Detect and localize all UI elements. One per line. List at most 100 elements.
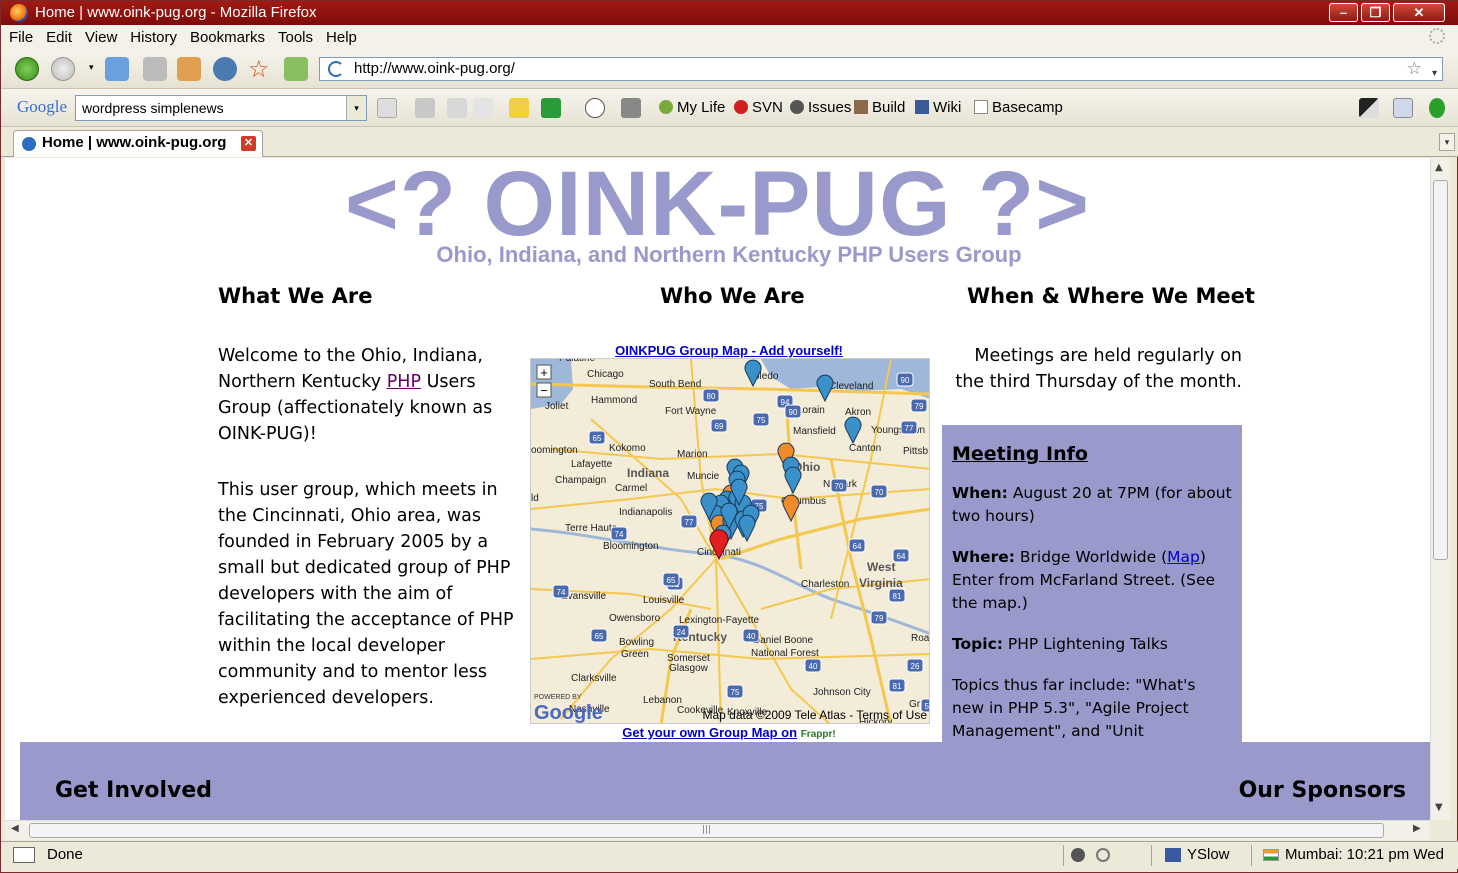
home-icon[interactable] — [177, 57, 201, 81]
map-place-label: Lexington-Fayette — [679, 615, 759, 626]
map-place-label: Muncie — [687, 471, 720, 482]
scroll-right-icon[interactable]: ▶ — [1413, 823, 1421, 834]
highway-shield-label: 40 — [747, 632, 756, 641]
bookmark-page-star-icon[interactable]: ☆ — [1407, 58, 1422, 80]
group-map-link[interactable]: OINKPUG Group Map — [615, 343, 748, 358]
url-dropdown-icon[interactable]: ▾ — [1432, 63, 1437, 85]
add-bookmark-icon[interactable] — [284, 57, 308, 81]
horizontal-scroll-thumb[interactable]: ||| — [29, 823, 1384, 838]
map-place-label: oomington — [531, 445, 578, 456]
frappr-logo[interactable]: Frappr! — [801, 729, 836, 740]
back-button[interactable] — [15, 57, 39, 81]
highway-shield-label: 75 — [731, 688, 740, 697]
group-map-svg: Chicago ToledoClevelandSouth BendHammondF… — [531, 359, 930, 723]
what-we-are-history: This user group, which meets in the Cinc… — [218, 480, 514, 708]
who-we-are-heading: Who We Are — [660, 284, 805, 308]
bookmark-svn[interactable]: SVN — [734, 99, 783, 117]
vertical-scroll-thumb[interactable] — [1433, 180, 1448, 560]
map-header: OINKPUG Group Map - Add yourself! — [615, 343, 843, 358]
menu-view[interactable]: View — [77, 25, 122, 48]
menu-edit[interactable]: Edit — [38, 25, 77, 48]
menu-bookmarks[interactable]: Bookmarks — [182, 25, 270, 48]
popup-blocker-icon[interactable] — [473, 98, 493, 118]
get-involved-heading: Get Involved — [55, 778, 213, 803]
map-place-label: Glasgow — [669, 663, 709, 674]
google-search-value: wordpress simplenews — [82, 100, 224, 116]
firefox-window: Home | www.oink-pug.org - Mozilla Firefo… — [0, 0, 1458, 873]
scroll-down-icon[interactable]: ▼ — [1435, 802, 1443, 813]
map-place-label: Roar — [911, 633, 930, 644]
status-green-icon[interactable] — [1429, 98, 1445, 118]
highlight-icon[interactable] — [415, 98, 435, 118]
highway-shield-label: 70 — [835, 482, 844, 491]
bookmark-basecamp[interactable]: Basecamp — [974, 99, 1063, 117]
meeting-info-box: Meeting Info When: August 20 at 7PM (for… — [942, 425, 1242, 745]
yslow-label[interactable]: YSlow — [1187, 842, 1230, 868]
history-clock-icon[interactable] — [213, 57, 237, 81]
menu-help[interactable]: Help — [318, 25, 362, 48]
history-dropdown-icon[interactable]: ▾ — [89, 63, 94, 73]
map-place-label: Chicago — [587, 369, 624, 380]
all-tabs-dropdown-icon[interactable]: ▾ — [1439, 133, 1455, 151]
scroll-up-icon[interactable]: ▲ — [1435, 162, 1443, 173]
vertical-scrollbar[interactable]: ▲ ▼ — [1430, 158, 1450, 820]
tab-home[interactable]: Home | www.oink-pug.org ✕ — [13, 130, 263, 157]
bookmark-wiki[interactable]: Wiki — [915, 99, 961, 117]
map-place-label: South Bend — [649, 379, 701, 390]
share-icon[interactable] — [541, 98, 561, 118]
bookmark-build[interactable]: Build — [854, 99, 905, 117]
basecamp-page-icon — [974, 100, 988, 114]
horizontal-scrollbar[interactable]: ◀ ||| ▶ — [5, 820, 1430, 840]
svg-text:−: − — [540, 383, 548, 398]
stop-icon[interactable] — [143, 57, 167, 81]
venue-map-link[interactable]: Map — [1167, 548, 1200, 566]
bookmark-star-icon[interactable]: ☆ — [248, 55, 270, 83]
page-icon[interactable] — [447, 98, 467, 118]
highway-shield-label: 90 — [901, 376, 910, 385]
forward-button[interactable] — [51, 57, 75, 81]
menu-tools[interactable]: Tools — [270, 25, 318, 48]
reload-icon[interactable] — [105, 57, 129, 81]
minimize-button[interactable]: – — [1329, 3, 1358, 22]
sync-icon[interactable] — [1096, 848, 1110, 862]
meeting-info-heading[interactable]: Meeting Info — [952, 443, 1232, 466]
tag-icon[interactable] — [621, 98, 641, 118]
maximize-button[interactable]: ❐ — [1361, 3, 1390, 22]
site-identity-icon[interactable] — [328, 61, 344, 77]
url-text: http://www.oink-pug.org/ — [354, 60, 515, 77]
map-place-label: Fort Wayne — [665, 406, 717, 417]
map-place-label: Charleston — [801, 579, 849, 590]
php-link[interactable]: PHP — [387, 372, 421, 392]
map-place-label: Hammond — [591, 395, 637, 406]
google-toolbar-logo[interactable]: Google — [17, 97, 67, 117]
what-we-are-intro: Welcome to the Ohio, Indiana, Northern K… — [218, 346, 493, 444]
india-flag-icon — [1263, 849, 1279, 861]
palette-icon[interactable] — [585, 98, 605, 118]
close-button[interactable]: ✕ — [1393, 3, 1445, 22]
window-icon[interactable] — [1393, 98, 1413, 118]
menu-file[interactable]: File — [1, 25, 38, 48]
google-search-dropdown-icon[interactable]: ▾ — [346, 96, 366, 120]
map-place-label: Pittsb — [903, 446, 928, 457]
tab-close-icon[interactable]: ✕ — [241, 136, 256, 151]
map-place-label: Mansfield — [793, 426, 836, 437]
meeting-schedule-text: Meetings are held regularly on the third… — [955, 346, 1242, 392]
menu-history[interactable]: History — [122, 25, 182, 48]
url-bar[interactable]: http://www.oink-pug.org/ ☆ ▾ — [319, 57, 1443, 81]
map-place-label: ld — [531, 493, 539, 504]
add-yourself-link[interactable]: Add yourself! — [759, 343, 843, 358]
wiki-icon — [915, 100, 929, 114]
bookmark-my-life[interactable]: My Life — [659, 99, 725, 117]
google-search-input[interactable]: wordpress simplenews ▾ — [75, 95, 367, 121]
firebug-icon[interactable] — [1071, 848, 1085, 862]
extension-icon[interactable] — [1359, 98, 1379, 118]
map-place-label: Terre Haute — [565, 523, 618, 534]
window-title: Home | www.oink-pug.org - Mozilla Firefo… — [35, 4, 317, 21]
group-map[interactable]: Chicago Toledo Cleveland South Bend Hammond F… — [530, 358, 930, 724]
google-search-icon[interactable] — [377, 98, 397, 118]
pen-icon[interactable] — [509, 98, 529, 118]
scroll-left-icon[interactable]: ◀ — [11, 823, 19, 834]
bookmark-issues[interactable]: Issues — [790, 99, 851, 117]
get-group-map-link[interactable]: Get your own Group Map on — [622, 725, 797, 740]
yslow-icon[interactable] — [1165, 848, 1181, 862]
